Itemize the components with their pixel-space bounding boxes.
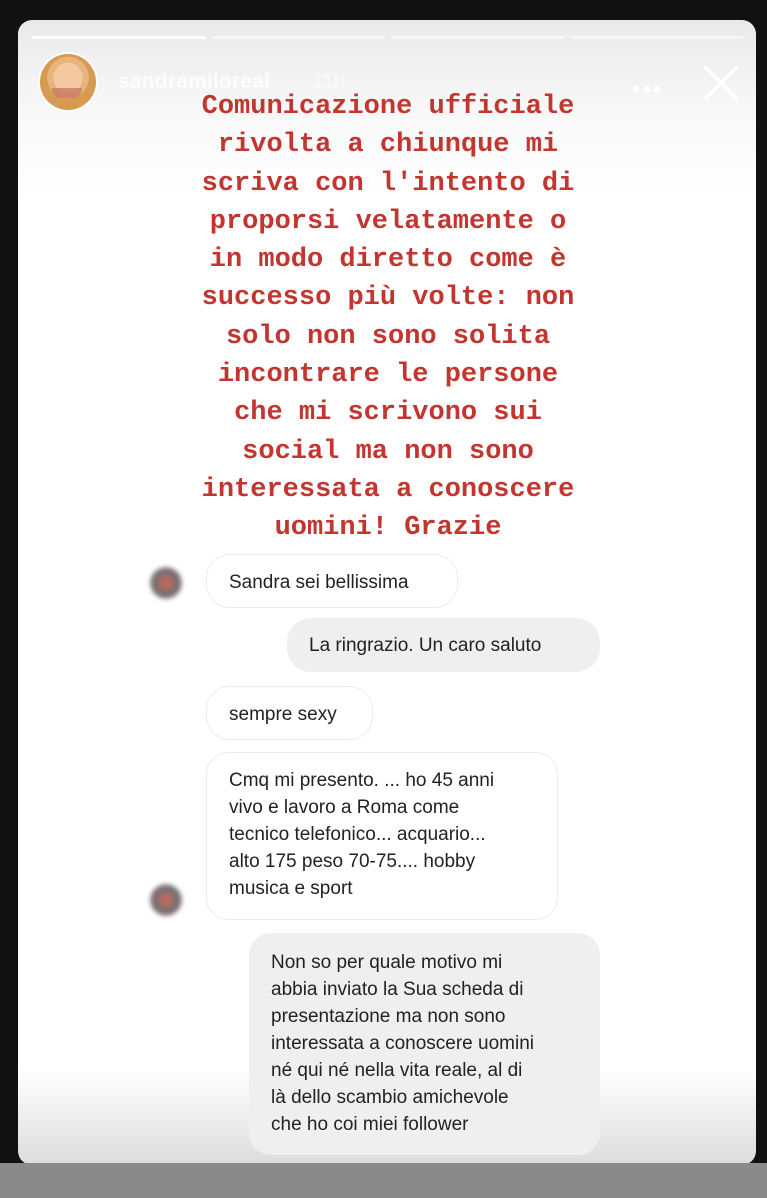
message-bubble-sent: La ringrazio. Un caro saluto [287, 618, 600, 672]
close-icon[interactable] [702, 64, 740, 102]
progress-segment [391, 36, 565, 39]
sender-avatar [146, 563, 186, 603]
message-bubble-received: Sandra sei bellissima [206, 554, 458, 608]
progress-segment [570, 36, 744, 39]
story-progress-bar [32, 36, 744, 39]
story-caption: Comunicazione ufficiale rivolta a chiunq… [201, 92, 575, 544]
progress-segment [32, 36, 206, 39]
message-bubble-sent: Non so per quale motivo mi abbia inviato… [249, 933, 600, 1155]
message-bubble-received: sempre sexy [206, 686, 373, 740]
sender-avatar [146, 880, 186, 920]
avatar[interactable] [40, 54, 96, 110]
message-bubble-received: Cmq mi presento. ... ho 45 anni vivo e l… [206, 752, 558, 920]
progress-segment [211, 36, 385, 39]
story-card[interactable]: sandramiloreal 11h ••• Comunicazione uff… [18, 20, 756, 1165]
bottom-bar [0, 1163, 767, 1198]
more-horizontal-icon[interactable]: ••• [632, 78, 663, 102]
